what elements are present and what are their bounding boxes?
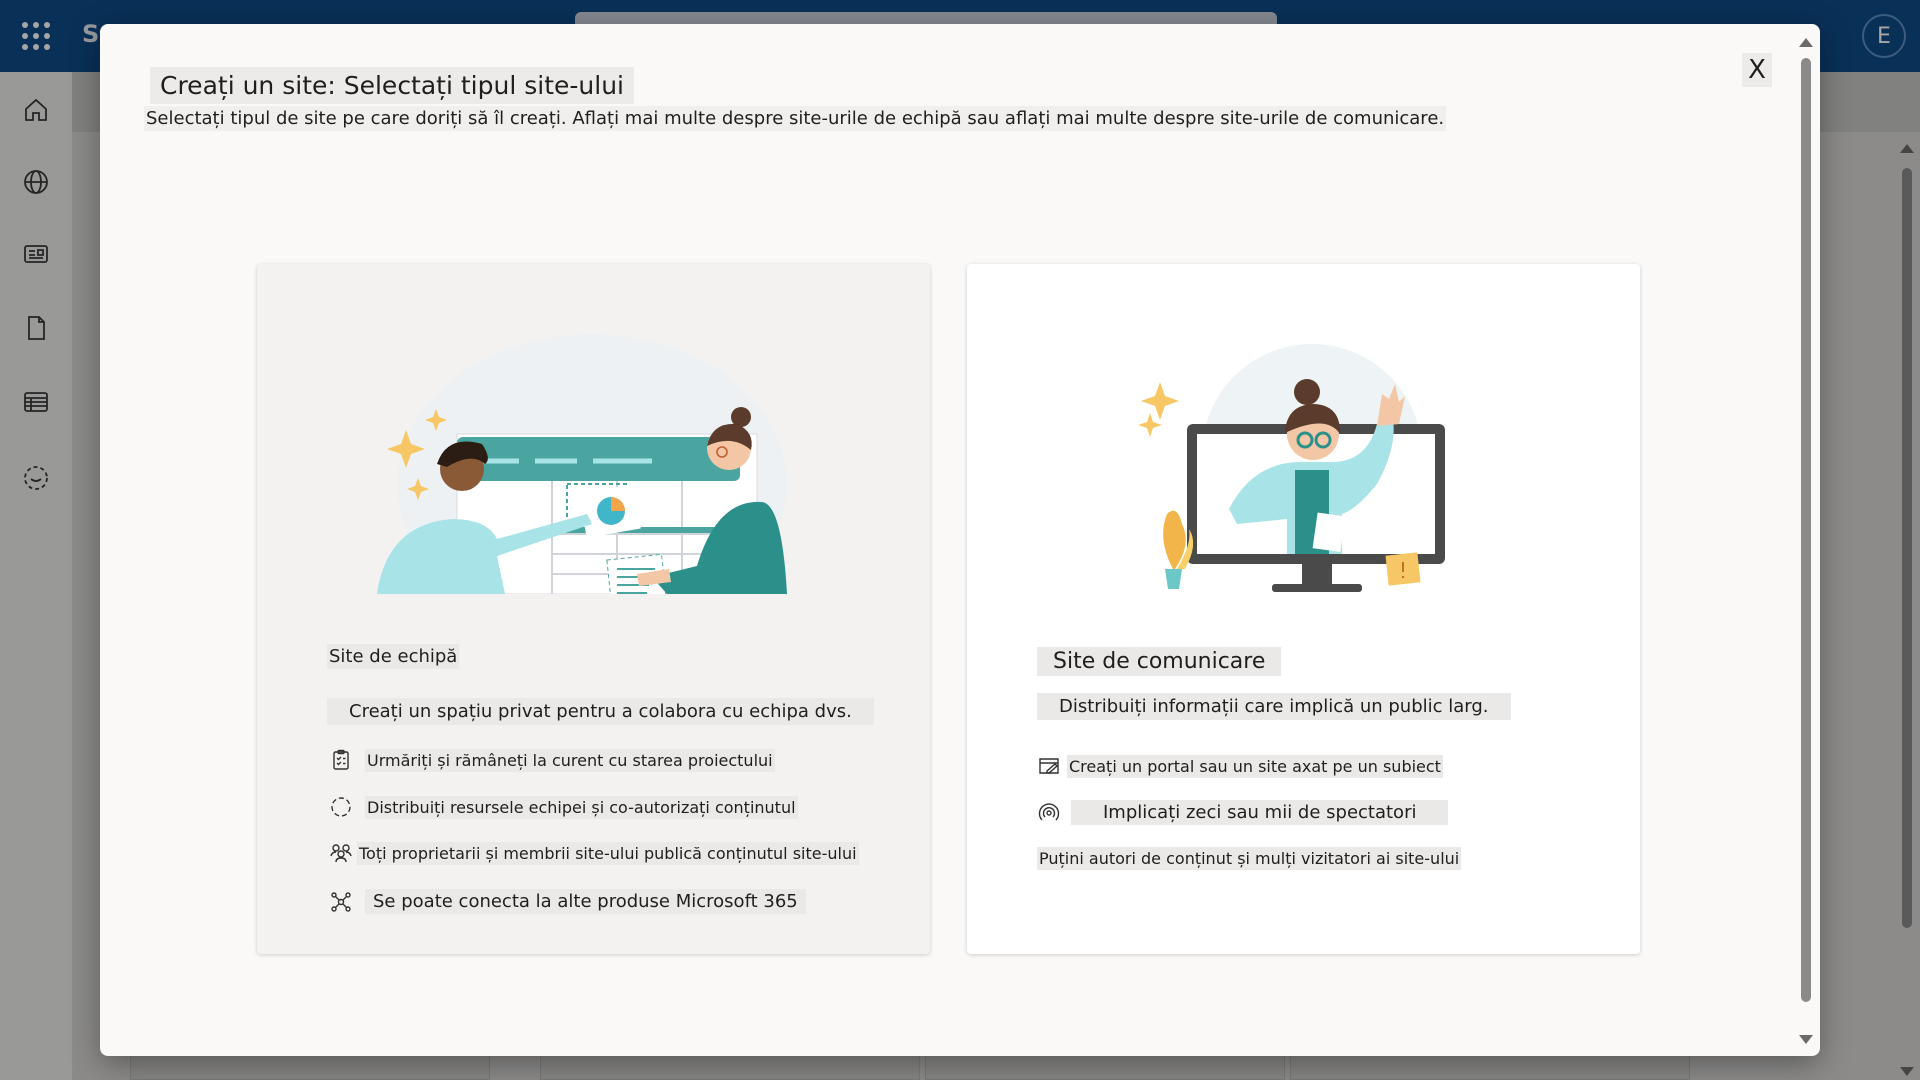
team-feature: Urmăriți și rămâneți la curent cu starea… bbox=[329, 748, 775, 772]
team-site-title: Site de echipă bbox=[327, 644, 460, 669]
team-site-illustration bbox=[377, 334, 787, 594]
scroll-thumb[interactable] bbox=[1801, 58, 1811, 1002]
communication-site-card[interactable]: Site de comunicare Distribuiți informați… bbox=[967, 264, 1640, 954]
communication-feature: Creați un portal sau un site axat pe un … bbox=[1037, 754, 1443, 778]
communication-feature: Implicați zeci sau mii de spectatori bbox=[1037, 800, 1449, 825]
communication-feature-text: Implicați zeci sau mii de spectatori bbox=[1071, 800, 1449, 825]
communication-site-title: Site de comunicare bbox=[1037, 647, 1282, 676]
communication-site-illustration bbox=[1138, 344, 1445, 592]
dialog-scrollbar[interactable] bbox=[1796, 32, 1816, 1048]
clipboard-icon bbox=[329, 748, 353, 772]
scroll-down-icon[interactable] bbox=[1799, 1035, 1813, 1044]
communication-feature-text: Creați un portal sau un site axat pe un … bbox=[1067, 754, 1443, 778]
create-site-dialog: Creați un site: Selectați tipul site-ulu… bbox=[100, 24, 1820, 1056]
team-feature: Distribuiți resursele echipei și co-auto… bbox=[329, 795, 798, 819]
team-site-description: Creați un spațiu privat pentru a colabor… bbox=[327, 698, 874, 725]
team-feature: Se poate conecta la alte produse Microso… bbox=[329, 889, 806, 914]
people-icon bbox=[329, 841, 353, 865]
team-feature-text: Urmăriți și rămâneți la curent cu starea… bbox=[365, 748, 775, 772]
close-button[interactable]: X bbox=[1742, 53, 1772, 87]
communication-site-description: Distribuiți informații care implică un p… bbox=[1037, 693, 1511, 720]
dialog-title: Creați un site: Selectați tipul site-ulu… bbox=[150, 67, 634, 104]
dialog-subtitle: Selectați tipul de site pe care doriți s… bbox=[144, 106, 1447, 131]
communication-feature: Puțini autori de conținut și mulți vizit… bbox=[1037, 847, 1462, 870]
sync-icon bbox=[329, 795, 353, 819]
edit-page-icon bbox=[1037, 754, 1061, 778]
connect-icon bbox=[329, 890, 353, 914]
team-feature-text: Distribuiți resursele echipei și co-auto… bbox=[365, 795, 798, 819]
team-feature-text: Toți proprietarii și membrii site-ului p… bbox=[357, 841, 859, 865]
scroll-up-icon[interactable] bbox=[1799, 38, 1813, 47]
team-site-card[interactable]: Site de echipă Creați un spațiu privat p… bbox=[257, 264, 930, 954]
broadcast-icon bbox=[1037, 801, 1061, 825]
team-feature: Toți proprietarii și membrii site-ului p… bbox=[329, 841, 859, 865]
communication-feature-text: Puțini autori de conținut și mulți vizit… bbox=[1037, 847, 1462, 870]
team-feature-text: Se poate conecta la alte produse Microso… bbox=[365, 889, 806, 914]
